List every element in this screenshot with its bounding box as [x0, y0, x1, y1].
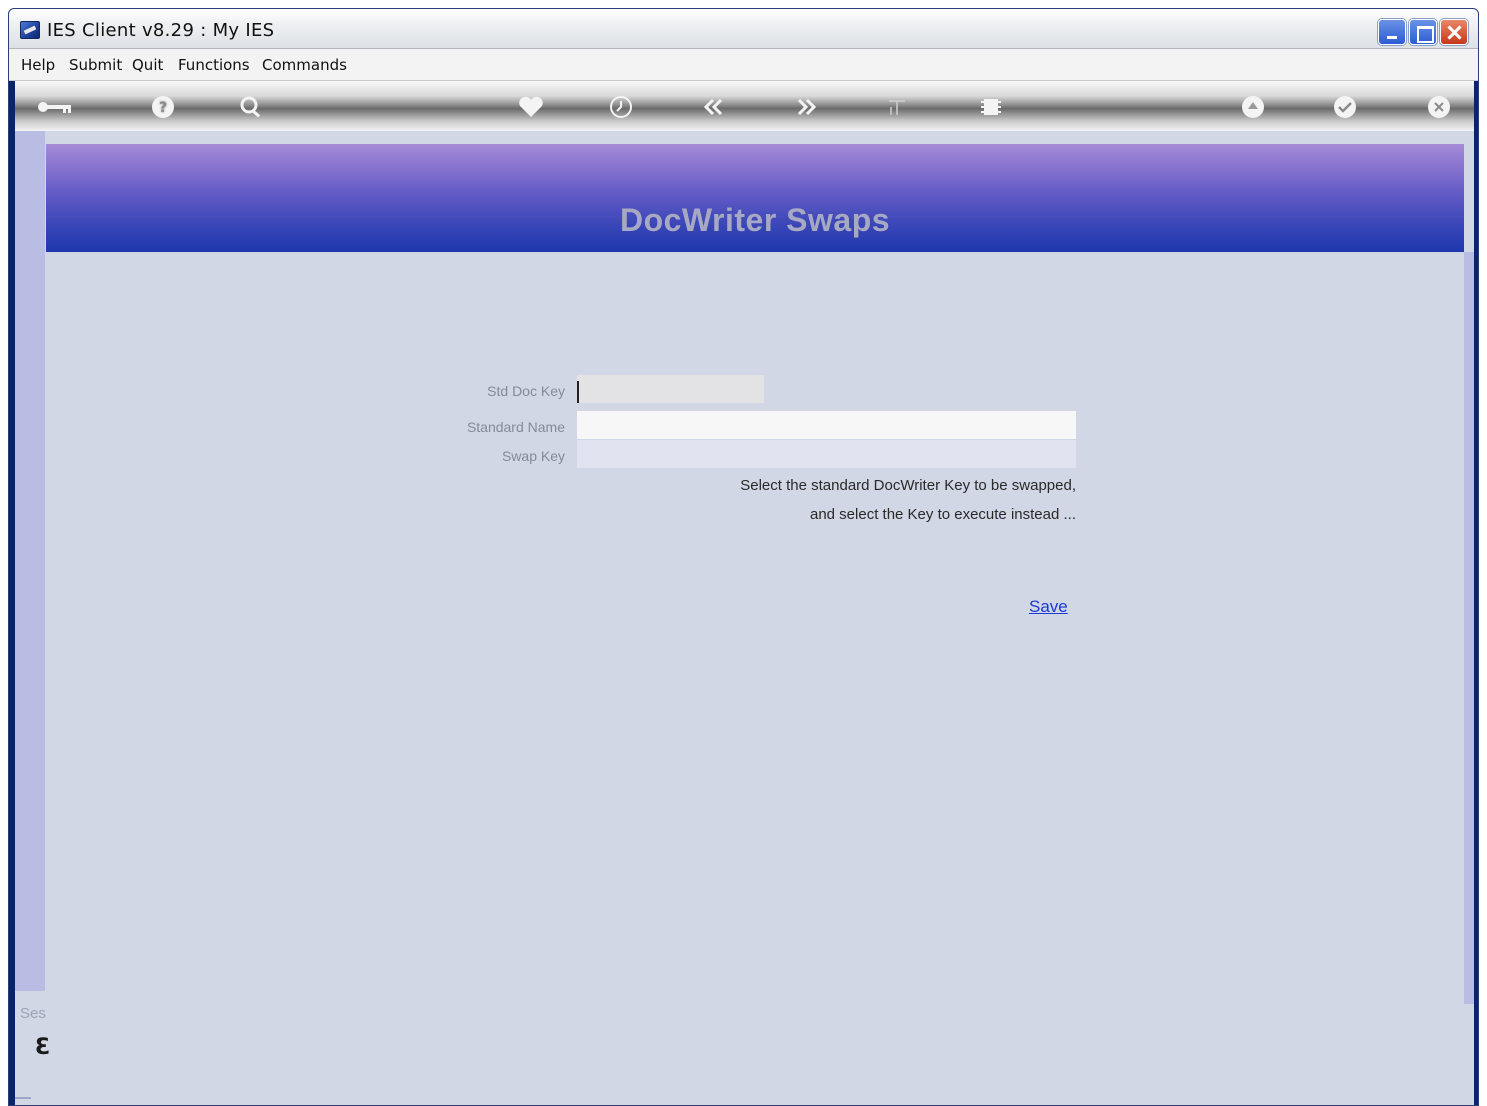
save-link[interactable]: Save: [1029, 597, 1068, 617]
footer-divider: [15, 1097, 31, 1099]
right-panel-strip: [1464, 252, 1474, 1004]
app-window: IES Client v8.29 : My IES Help Submit Qu…: [8, 8, 1479, 1106]
menu-bar: Help Submit Quit Functions Commands: [9, 49, 1478, 81]
title-bar[interactable]: IES Client v8.29 : My IES: [9, 9, 1478, 49]
key-icon[interactable]: [35, 95, 75, 119]
close-window-button[interactable]: [1440, 19, 1468, 45]
recycle-icon[interactable]: [1239, 95, 1267, 119]
menu-submit[interactable]: Submit: [69, 56, 122, 74]
std-doc-key-field[interactable]: [577, 375, 764, 403]
session-label: Ses: [20, 1005, 46, 1022]
help-icon[interactable]: ?: [149, 95, 177, 119]
minimize-button[interactable]: [1378, 19, 1406, 45]
text-caret: [577, 381, 579, 403]
chip-icon[interactable]: [977, 95, 1005, 119]
heart-icon[interactable]: [517, 95, 545, 119]
close-icon[interactable]: [1425, 95, 1453, 119]
left-panel-strip: [15, 131, 45, 991]
svg-text:?: ?: [159, 100, 167, 116]
menu-quit[interactable]: Quit: [132, 56, 163, 74]
menu-commands[interactable]: Commands: [262, 56, 347, 74]
window-title: IES Client v8.29 : My IES: [47, 20, 275, 41]
page-header-banner: DocWriter Swaps: [46, 144, 1464, 252]
content-area: DocWriter Swaps Std Doc Key Standard Nam…: [15, 131, 1474, 1105]
check-icon[interactable]: [1331, 95, 1359, 119]
hint-line-2: and select the Key to execute instead ..…: [809, 506, 1076, 523]
forward-icon[interactable]: [793, 95, 821, 119]
rewind-icon[interactable]: [699, 95, 727, 119]
hint-line-1: Select the standard DocWriter Key to be …: [740, 477, 1076, 494]
session-glyph: Ɛ: [35, 1035, 51, 1060]
swap-key-label: Swap Key: [501, 448, 565, 464]
page-title: DocWriter Swaps: [619, 202, 891, 238]
standard-name-label: Standard Name: [466, 419, 565, 435]
toolbar: ?: [15, 81, 1474, 131]
text-icon[interactable]: [883, 95, 911, 119]
menu-help[interactable]: Help: [21, 56, 55, 74]
std-doc-key-label: Std Doc Key: [487, 383, 565, 399]
swap-key-field[interactable]: [577, 440, 1076, 468]
app-icon[interactable]: [20, 21, 40, 39]
search-icon[interactable]: [237, 95, 265, 119]
clock-icon[interactable]: [607, 95, 635, 119]
standard-name-field[interactable]: [577, 411, 1076, 439]
menu-functions[interactable]: Functions: [178, 56, 250, 74]
maximize-button[interactable]: [1409, 19, 1437, 45]
